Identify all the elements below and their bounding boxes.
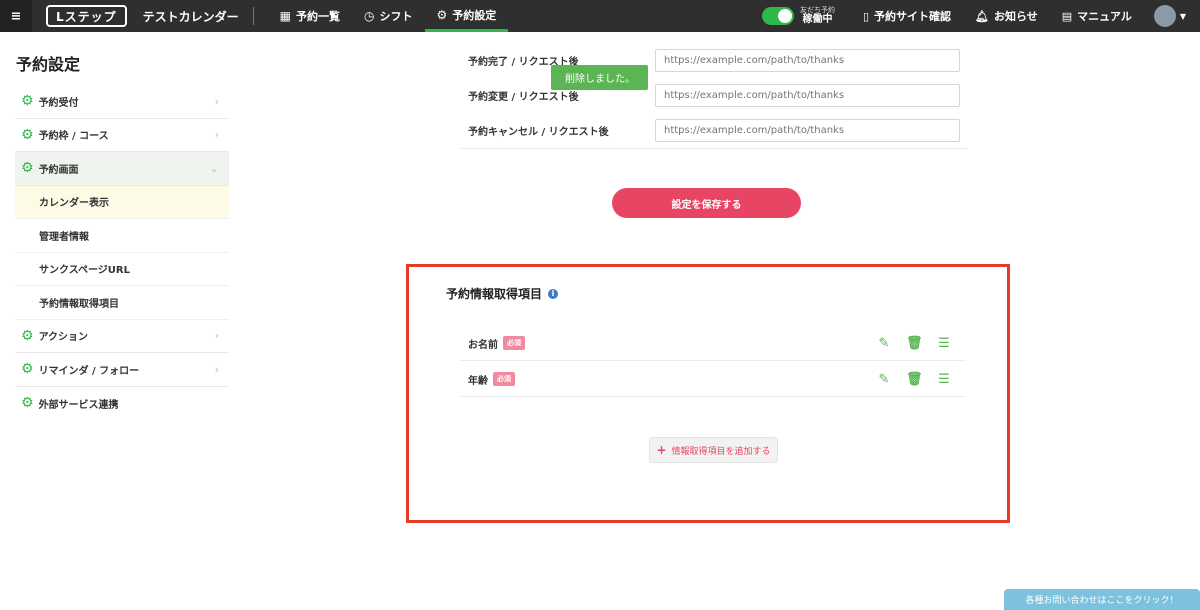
header-divider (252, 7, 254, 25)
nav-reservation-list[interactable]: ▦ 予約一覧 (268, 0, 352, 32)
gear-icon: ⚙ (21, 395, 34, 412)
gear-icon: ⚙ (21, 327, 34, 344)
header-right-group: 友だち予約 稼働中 ▯ 予約サイト確認 🔔︎ お知らせ ▤ マニュアル ▼ (761, 0, 1200, 32)
contact-help-button[interactable]: 各種お問い合わせはここをクリック！ (1004, 589, 1200, 610)
edit-icon[interactable]: ✎ (876, 336, 892, 351)
site-check-link[interactable]: ▯ 予約サイト確認 (851, 8, 963, 24)
sidebar-subitem-calendar-display[interactable]: カレンダー表示 (15, 185, 229, 219)
edit-icon[interactable]: ✎ (876, 372, 892, 387)
sidebar-item-action[interactable]: ⚙ アクション › (15, 320, 229, 353)
gear-icon: ⚙ (21, 160, 34, 177)
settings-menu: ⚙ 予約受付 › ⚙ 予約枠 / コース › ⚙ 予約画面 ⌄ カレンダー表示 … (15, 85, 229, 420)
clock-icon: ◷ (364, 9, 375, 23)
sidebar-item-reservation-screen[interactable]: ⚙ 予約画面 ⌄ (15, 152, 229, 186)
info-fields-section-title: 予約情報取得項目 i (446, 285, 559, 302)
info-icon[interactable]: i (548, 288, 559, 299)
chevron-right-icon: › (214, 329, 219, 343)
thanks-url-row-complete: 予約完了 / リクエスト後 (460, 42, 968, 78)
gear-icon: ⚙ (21, 361, 34, 378)
sidebar-subitem-thanks-url[interactable]: サンクスページURL (15, 253, 229, 286)
sidebar-item-label: 予約枠 / コース (38, 131, 109, 143)
notice-link[interactable]: 🔔︎ お知らせ (963, 8, 1050, 24)
sidebar-item-slots-courses[interactable]: ⚙ 予約枠 / コース › (15, 119, 229, 152)
settings-sidebar: 予約設定 ⚙ 予約受付 › ⚙ 予約枠 / コース › ⚙ 予約画面 ⌄ カレン… (0, 32, 245, 610)
top-navigation-bar: ≡ Lステップ テストカレンダー ▦ 予約一覧 ◷ シフト ⚙ 予約設定 友だち… (0, 0, 1200, 32)
gear-icon: ⚙ (21, 126, 34, 143)
chevron-right-icon: › (214, 94, 219, 108)
notice-label: お知らせ (993, 10, 1038, 23)
nav-label: シフト (379, 10, 413, 23)
plus-icon: + (656, 443, 667, 457)
app-logo[interactable]: Lステップ (46, 5, 127, 27)
nav-label: 予約設定 (452, 8, 497, 22)
menu-icon[interactable]: ≡ (0, 0, 32, 32)
sidebar-item-label: 外部サービス連携 (38, 399, 119, 411)
chevron-down-icon[interactable]: ▼ (1180, 12, 1186, 21)
chevron-down-icon: ⌄ (209, 161, 219, 175)
drag-handle-icon[interactable]: ☰ (936, 372, 952, 387)
sidebar-item-reception[interactable]: ⚙ 予約受付 › (15, 85, 229, 119)
thanks-url-row-cancel: 予約キャンセル / リクエスト後 (460, 113, 968, 149)
sidebar-item-label: アクション (38, 332, 89, 344)
required-badge: 必須 (503, 336, 525, 350)
form-label: 予約キャンセル / リクエスト後 (468, 127, 609, 138)
calendar-icon: ▦ (279, 9, 292, 23)
page-title: 予約設定 (16, 55, 81, 74)
manual-link[interactable]: ▤ マニュアル (1050, 8, 1144, 24)
thanks-url-complete-input[interactable] (655, 48, 960, 72)
row-actions: ✎ 🗑︎ ☰ (876, 372, 952, 387)
trash-icon[interactable]: 🗑︎ (906, 372, 923, 387)
list-item: お名前 必須 ✎ 🗑︎ ☰ (460, 326, 966, 361)
phone-icon: ▯ (862, 9, 870, 23)
avatar[interactable] (1153, 5, 1176, 27)
list-item: 年齢 必須 ✎ 🗑︎ ☰ (460, 362, 966, 397)
chevron-right-icon: › (214, 362, 219, 376)
calendar-name: テストカレンダー (142, 9, 239, 24)
sidebar-subitem-admin-info[interactable]: 管理者情報 (15, 219, 229, 253)
thanks-url-change-input[interactable] (655, 83, 960, 107)
nav-reservation-settings[interactable]: ⚙ 予約設定 (424, 0, 509, 32)
book-icon: ▤ (1061, 9, 1073, 23)
friend-reservation-toggle[interactable] (761, 7, 794, 25)
field-name: 年齢 (468, 375, 488, 387)
sidebar-item-label: リマインダ / フォロー (38, 365, 140, 377)
field-name: お名前 (468, 339, 498, 351)
reservation-status: 友だち予約 稼働中 (800, 6, 835, 26)
site-check-label: 予約サイト確認 (874, 10, 952, 23)
bell-icon: 🔔︎ (975, 9, 989, 23)
nav-shift[interactable]: ◷ シフト (352, 0, 424, 32)
chevron-right-icon: › (214, 128, 219, 142)
toast-notification: 削除しました。 (551, 65, 648, 90)
thanks-url-cancel-input[interactable] (655, 119, 960, 142)
gear-icon: ⚙ (436, 7, 448, 22)
sidebar-item-reminder[interactable]: ⚙ リマインダ / フォロー › (15, 353, 229, 387)
trash-icon[interactable]: 🗑︎ (906, 336, 923, 351)
gear-icon: ⚙ (21, 93, 34, 110)
sidebar-item-external-services[interactable]: ⚙ 外部サービス連携 (15, 387, 229, 421)
section-title-text: 予約情報取得項目 (446, 287, 543, 301)
drag-handle-icon[interactable]: ☰ (936, 336, 952, 351)
sidebar-subitem-info-fields[interactable]: 予約情報取得項目 (15, 286, 229, 320)
sidebar-item-label: 予約受付 (38, 97, 79, 109)
add-button-label: 情報取得項目を追加する (671, 446, 771, 457)
status-value: 稼働中 (802, 14, 833, 26)
save-settings-button[interactable]: 設定を保存する (612, 188, 801, 218)
add-info-field-button[interactable]: + 情報取得項目を追加する (649, 437, 778, 463)
row-actions: ✎ 🗑︎ ☰ (876, 336, 952, 351)
nav-label: 予約一覧 (296, 10, 341, 23)
sidebar-item-label: 予約画面 (38, 164, 79, 176)
manual-label: マニュアル (1077, 10, 1132, 23)
required-badge: 必須 (493, 372, 515, 386)
thanks-url-row-change: 予約変更 / リクエスト後 (460, 77, 968, 113)
